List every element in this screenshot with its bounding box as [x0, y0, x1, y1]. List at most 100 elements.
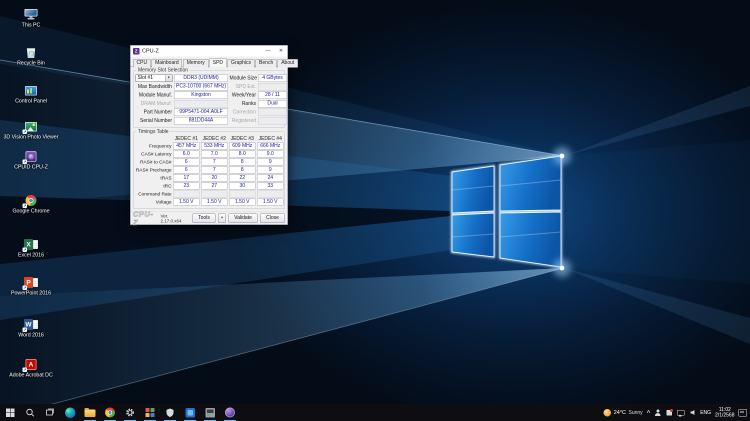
- tab-strip: CPU Mainboard Memory SPD Graphics Bench …: [131, 57, 288, 67]
- search-button[interactable]: [20, 404, 40, 421]
- search-icon: [25, 408, 35, 418]
- desktop-icon-3d-vision-photo-viewer[interactable]: ↗ 3D Vision Photo Viewer: [0, 120, 62, 140]
- group-label: Timings Table: [137, 129, 171, 135]
- tray-user-icon[interactable]: [654, 409, 662, 417]
- sun-icon: [604, 409, 612, 417]
- desktop-icon-control-panel[interactable]: Control Panel: [0, 84, 62, 104]
- timings-row-cas-latency: CAS# Latency 6.0 7.0 8.0 9.0: [136, 151, 283, 158]
- taskbar-settings[interactable]: [120, 404, 140, 421]
- clock-date: 2/1/2568: [715, 413, 734, 419]
- start-button[interactable]: [0, 404, 20, 421]
- group-label: Memory Slot Selection: [137, 68, 190, 74]
- recycle-bin-icon: [27, 47, 36, 58]
- chrome-icon: [105, 408, 115, 418]
- title-bar[interactable]: Z CPU-Z — ✕: [131, 46, 288, 57]
- module-size-value: 4 GBytes: [258, 75, 287, 83]
- task-view-button[interactable]: [40, 404, 60, 421]
- part-number-value: 99P5471-004.A0LF: [174, 109, 228, 117]
- action-center-icon[interactable]: [739, 409, 748, 417]
- timings-row-ras-to-cas: RAS# to CAS# 6 7 8 9: [136, 159, 283, 166]
- week-year-value: 28 / 11: [258, 92, 287, 100]
- desktop-icons: This PC Recycle Bin Control Panel ↗ 3D V…: [0, 0, 62, 421]
- tab-spd[interactable]: SPD: [209, 58, 226, 67]
- language-indicator[interactable]: ENG: [700, 410, 711, 416]
- version-text: Ver. 2.17.0.x64: [160, 213, 190, 223]
- timings-row-command-rate: Command Rate: [136, 191, 283, 198]
- ranks-value: Dual: [258, 100, 287, 108]
- desktop-icon-this-pc[interactable]: This PC: [0, 8, 62, 28]
- taskbar-blue-app[interactable]: [180, 404, 200, 421]
- window-footer: CPU-Z Ver. 2.17.0.x64 Tools ▾ Validate C…: [131, 212, 288, 225]
- validate-button[interactable]: Validate: [229, 214, 258, 224]
- cpuz-app-icon: Z: [133, 48, 140, 55]
- tab-about[interactable]: About: [278, 59, 298, 68]
- shortcut-arrow-icon: ↗: [23, 130, 28, 135]
- tab-graphics[interactable]: Graphics: [228, 59, 255, 68]
- shortcut-arrow-icon: ↗: [23, 204, 28, 209]
- desktop-icon-adobe-acrobat-dc[interactable]: A ↗ Adobe Acrobat DC: [0, 358, 62, 378]
- minimize-button[interactable]: —: [262, 46, 275, 57]
- tools-dropdown-arrow[interactable]: ▾: [218, 214, 226, 224]
- desktop-icon-recycle-bin[interactable]: Recycle Bin: [0, 46, 62, 66]
- logo-pane-bottom-right: [500, 212, 561, 267]
- timings-row-trc: tRC 23 27 30 33: [136, 183, 283, 190]
- desktop-icon-powerpoint-2016[interactable]: P ↗ PowerPoint 2016: [0, 276, 62, 296]
- edge-icon: [65, 407, 76, 418]
- weather-condition: Sunny: [629, 410, 643, 416]
- tab-mainboard[interactable]: Mainboard: [152, 59, 183, 68]
- tray-alert-icon[interactable]: [666, 409, 674, 417]
- cpuz-logo: CPU-Z: [133, 210, 158, 227]
- wallpaper: [0, 0, 750, 421]
- taskbar: 24°C Sunny ^ ENG 11:02 2/1/2568: [0, 404, 750, 421]
- desktop-icon-label: This PC: [22, 23, 41, 29]
- slot-type-value: DDR3 (UDIMM): [174, 75, 228, 83]
- weather-widget[interactable]: 24°C Sunny: [604, 409, 643, 417]
- timings-row-frequency: Frequency 457 MHz 533 MHz 609 MHz 666 MH…: [136, 143, 283, 150]
- taskbar-chrome[interactable]: [100, 404, 120, 421]
- file-explorer-icon: [85, 410, 96, 418]
- shortcut-arrow-icon: ↗: [23, 368, 28, 373]
- desktop-icon-word-2016[interactable]: W ↗ Word 2016: [0, 318, 62, 338]
- taskbar-clock[interactable]: 11:02 2/1/2568: [715, 407, 734, 419]
- serial-number-value: 881DD44A: [174, 117, 228, 125]
- timings-row-ras-precharge: RAS# Precharge 6 7 8 9: [136, 167, 283, 174]
- slot-dropdown[interactable]: Slot #1 ▼: [136, 75, 173, 83]
- taskbar-hardware-app[interactable]: [200, 404, 220, 421]
- taskbar-file-explorer[interactable]: [80, 404, 100, 421]
- desktop-icon-excel-2016[interactable]: X ↗ Excel 2016: [0, 238, 62, 258]
- hardware-app-icon: [205, 408, 215, 418]
- gear-icon: [125, 408, 135, 418]
- timings-row-voltage: Voltage 1.50 V 1.50 V 1.50 V 1.50 V: [136, 199, 283, 206]
- windows-logo-icon: [6, 408, 15, 417]
- chrome-icon: [26, 195, 37, 206]
- window-title: CPU-Z: [142, 48, 159, 54]
- taskbar-media-app[interactable]: [140, 404, 160, 421]
- this-pc-icon: [25, 9, 38, 20]
- task-view-icon: [45, 408, 55, 418]
- acrobat-icon: A: [26, 359, 37, 370]
- tray-display-icon[interactable]: [677, 409, 685, 417]
- timings-table-group: Timings Table JEDEC #1 JEDEC #2 JEDEC #3…: [133, 132, 285, 210]
- desktop-icon-google-chrome[interactable]: ↗ Google Chrome: [0, 194, 62, 214]
- close-window-button[interactable]: Close: [260, 214, 285, 224]
- shield-icon: [165, 408, 175, 418]
- taskbar-cpuz-running[interactable]: [220, 404, 240, 421]
- blue-app-icon: [185, 408, 195, 418]
- close-button[interactable]: ✕: [275, 46, 288, 57]
- cpuz-circle-icon: [225, 408, 235, 418]
- tab-cpu[interactable]: CPU: [133, 59, 151, 68]
- desktop-icon-cpuid-cpu-z[interactable]: ↗ CPUID CPU-Z: [0, 150, 62, 170]
- control-panel-icon: [25, 86, 37, 96]
- taskbar-edge[interactable]: [60, 404, 80, 421]
- show-hidden-icons-button[interactable]: ^: [647, 409, 651, 416]
- tray-volume-icon[interactable]: [689, 409, 697, 417]
- shortcut-arrow-icon: ↗: [23, 328, 28, 333]
- shortcut-arrow-icon: ↗: [23, 160, 28, 165]
- tools-button[interactable]: Tools: [193, 214, 216, 224]
- tab-bench[interactable]: Bench: [256, 59, 277, 68]
- taskbar-windows-security[interactable]: [160, 404, 180, 421]
- tab-memory[interactable]: Memory: [183, 59, 208, 68]
- shortcut-arrow-icon: ↗: [23, 286, 28, 291]
- module-size-label: Module Size: [230, 76, 257, 82]
- max-bandwidth-value: PC3-10700 (667 MHz): [174, 83, 228, 91]
